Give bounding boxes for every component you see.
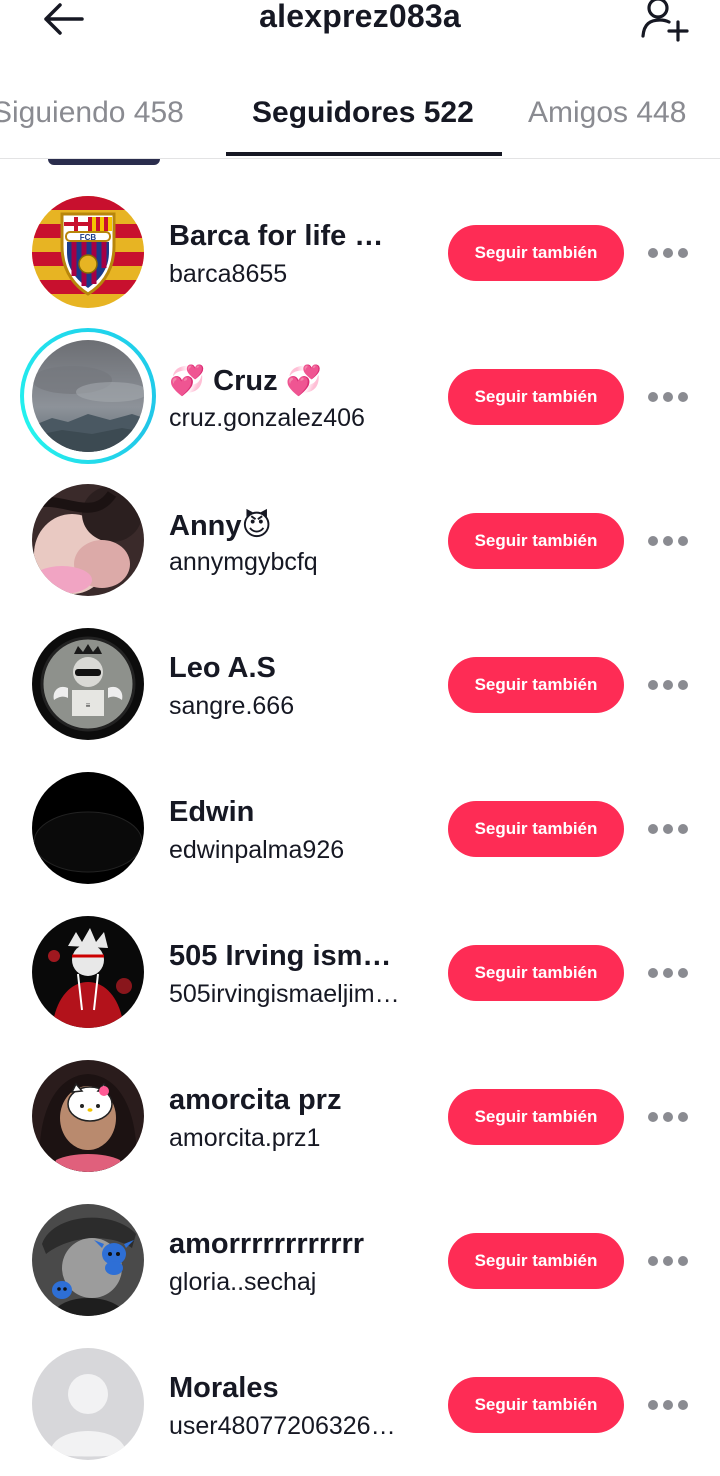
- list-item[interactable]: Morales user48077206326… Seguir también: [0, 1332, 720, 1476]
- follow-back-button[interactable]: Seguir también: [448, 1377, 624, 1433]
- display-name: amorrrrrrrrrrrr: [169, 1228, 365, 1260]
- avatar[interactable]: [32, 772, 144, 884]
- fc-barcelona-crest-icon: FCB: [32, 196, 144, 308]
- username: sangre.666: [169, 692, 295, 720]
- avatar[interactable]: FCB: [32, 196, 144, 308]
- add-friend-button[interactable]: [636, 0, 692, 42]
- avatar[interactable]: [32, 1204, 144, 1316]
- list-item[interactable]: Edwin edwinpalma926 Seguir también: [0, 756, 720, 900]
- list-item[interactable]: amorrrrrrrrrrrr gloria..sechaj Seguir ta…: [0, 1188, 720, 1332]
- more-options-icon[interactable]: [644, 382, 692, 412]
- list-item[interactable]: ≡ Leo A.S sangre.666 Seguir también: [0, 612, 720, 756]
- avatar[interactable]: [32, 1348, 144, 1460]
- username: annymgybcfq: [169, 548, 318, 576]
- list-item[interactable]: amorcita prz amorcita.prz1 Seguir tambié…: [0, 1044, 720, 1188]
- crowned-figure-drawing-icon: ≡: [32, 628, 144, 740]
- more-options-icon[interactable]: [644, 958, 692, 988]
- list-item[interactable]: Anny😈 annymgybcfq Seguir también: [0, 468, 720, 612]
- black-avatar-icon: [32, 772, 144, 884]
- avatar[interactable]: [32, 916, 144, 1028]
- tab-bar: Siguiendo 458 Seguidores 522 Amigos 448: [0, 74, 720, 159]
- avatar: [48, 159, 160, 165]
- follow-back-button[interactable]: Seguir también: [448, 801, 624, 857]
- follow-back-button[interactable]: Seguir también: [448, 513, 624, 569]
- follow-back-button[interactable]: Seguir también: [448, 369, 624, 425]
- page-title: alexprez083a: [259, 0, 461, 34]
- more-options-icon[interactable]: [644, 1102, 692, 1132]
- stitch-sticker-photo-icon: [32, 1204, 144, 1316]
- display-name: Barca for life …: [169, 220, 384, 252]
- follow-back-button[interactable]: Seguir también: [448, 1233, 624, 1289]
- username: 505irvingismaeljim…: [169, 980, 400, 1008]
- display-name: Edwin: [169, 796, 255, 828]
- display-name: 💞 Cruz 💞: [169, 365, 322, 397]
- follow-back-button[interactable]: Seguir también: [448, 1089, 624, 1145]
- follow-back-button[interactable]: Seguir también: [448, 657, 624, 713]
- tab-friends[interactable]: Amigos 448: [528, 96, 686, 130]
- active-tab-indicator: [226, 152, 502, 156]
- username: amorcita.prz1: [169, 1124, 321, 1152]
- red-anime-character-icon: [32, 916, 144, 1028]
- more-options-icon[interactable]: [644, 1390, 692, 1420]
- username: user48077206326…: [169, 1412, 396, 1440]
- top-bar: alexprez083a: [0, 0, 720, 52]
- person-add-icon: [641, 0, 689, 42]
- username: barca8655: [169, 260, 288, 288]
- more-options-icon[interactable]: [644, 238, 692, 268]
- tab-following[interactable]: Siguiendo 458: [0, 96, 184, 130]
- display-name: amorcita prz: [169, 1084, 342, 1116]
- follow-back-button[interactable]: Seguir también: [448, 945, 624, 1001]
- avatar[interactable]: [32, 1060, 144, 1172]
- hello-kitty-filter-photo-icon: [32, 1060, 144, 1172]
- avatar[interactable]: [32, 340, 144, 452]
- more-options-icon[interactable]: [644, 1246, 692, 1276]
- display-name: Leo A.S: [169, 652, 276, 684]
- display-name: 505 Irving ism…: [169, 940, 392, 972]
- svg-text:FCB: FCB: [80, 233, 97, 242]
- display-name: Anny😈: [169, 510, 272, 542]
- cloudy-landscape-photo-icon: [32, 340, 144, 452]
- more-options-icon[interactable]: [644, 670, 692, 700]
- avatar[interactable]: [32, 484, 144, 596]
- portrait-photo-icon: [32, 484, 144, 596]
- svg-text:≡: ≡: [86, 701, 91, 710]
- follow-back-button[interactable]: Seguir también: [448, 225, 624, 281]
- display-name: Morales: [169, 1372, 279, 1404]
- tab-followers[interactable]: Seguidores 522: [252, 96, 474, 130]
- default-avatar-icon: [32, 1348, 144, 1460]
- more-options-icon[interactable]: [644, 814, 692, 844]
- username: gloria..sechaj: [169, 1268, 317, 1296]
- more-options-icon[interactable]: [644, 526, 692, 556]
- list-item[interactable]: 505 Irving ism… 505irvingismaeljim… Segu…: [0, 900, 720, 1044]
- avatar[interactable]: ≡: [32, 628, 144, 740]
- username: edwinpalma926: [169, 836, 345, 864]
- list-item[interactable]: 💞 Cruz 💞 cruz.gonzalez406 Seguir también: [0, 324, 720, 468]
- list-item[interactable]: FCB Barca for life … barca8655 Seguir ta…: [0, 180, 720, 324]
- username: cruz.gonzalez406: [169, 404, 365, 432]
